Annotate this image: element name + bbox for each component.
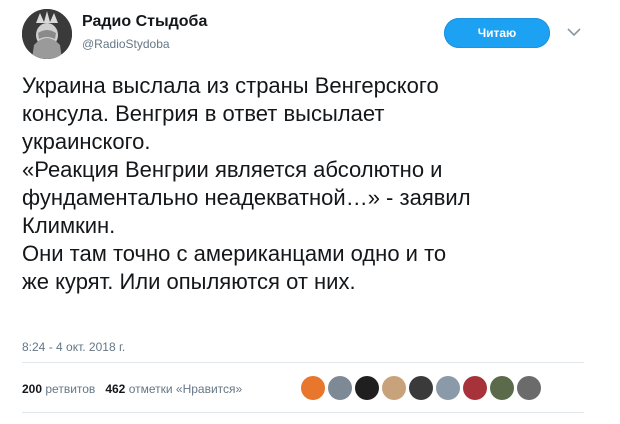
liker-avatar[interactable] xyxy=(463,376,487,400)
likes-stat[interactable]: 462 отметки «Нравится» xyxy=(105,382,242,396)
author-display-name[interactable]: Радио Стыдоба xyxy=(82,13,207,31)
liker-avatar[interactable] xyxy=(517,376,541,400)
tweet-text: Украина выслала из страны Венгерского ко… xyxy=(22,72,602,296)
tweet-line: Климкин. xyxy=(22,213,116,238)
liker-avatar[interactable] xyxy=(436,376,460,400)
liker-avatar[interactable] xyxy=(490,376,514,400)
statue-of-liberty-facepalm-icon xyxy=(22,9,72,59)
tweet-stats: 200 ретвитов 462 отметки «Нравится» xyxy=(22,382,242,396)
tweet-line: консула. Венгрия в ответ высылает xyxy=(22,101,385,126)
follow-button[interactable]: Читаю xyxy=(444,18,550,48)
retweets-label: ретвитов xyxy=(45,382,96,396)
liker-avatar[interactable] xyxy=(328,376,352,400)
tweet-timestamp[interactable]: 8:24 - 4 окт. 2018 г. xyxy=(22,340,125,354)
chevron-down-icon[interactable] xyxy=(564,22,584,42)
liker-avatar[interactable] xyxy=(355,376,379,400)
divider xyxy=(22,362,584,363)
tweet-line: украинского. xyxy=(22,129,151,154)
likes-count: 462 xyxy=(105,382,126,396)
tweet-line: Они там точно с американцами одно и то xyxy=(22,241,447,266)
retweets-stat[interactable]: 200 ретвитов xyxy=(22,382,95,396)
liker-avatars xyxy=(301,376,544,402)
author-avatar[interactable] xyxy=(22,9,72,59)
likes-label: отметки «Нравится» xyxy=(128,382,243,396)
retweets-count: 200 xyxy=(22,382,43,396)
tweet-line: фундаментально неадекватной…» - заявил xyxy=(22,185,471,210)
liker-avatar[interactable] xyxy=(301,376,325,400)
liker-avatar[interactable] xyxy=(382,376,406,400)
tweet-line: «Реакция Венгрии является абсолютно и xyxy=(22,157,443,182)
liker-avatar[interactable] xyxy=(409,376,433,400)
divider xyxy=(22,412,584,413)
tweet-line: же курят. Или опыляются от них. xyxy=(22,269,356,294)
author-handle[interactable]: @RadioStydoba xyxy=(82,37,170,51)
tweet-line: Украина выслала из страны Венгерского xyxy=(22,73,439,98)
